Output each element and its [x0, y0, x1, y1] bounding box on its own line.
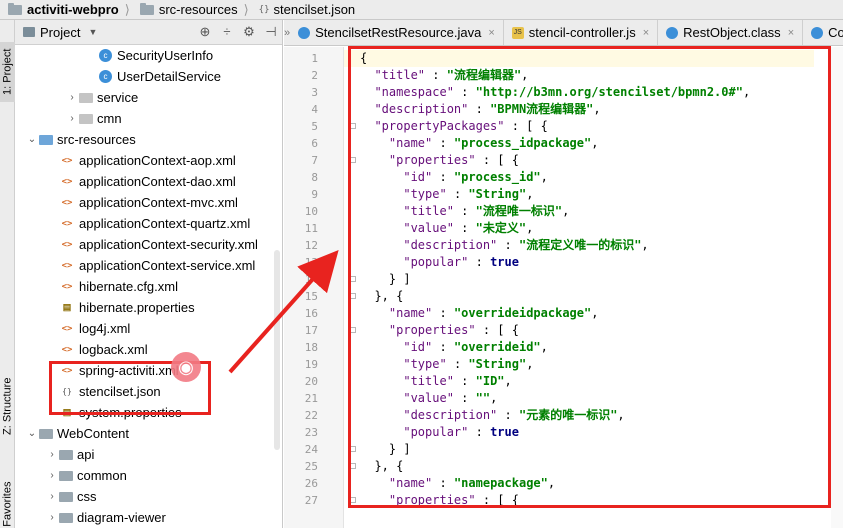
annotation-arrow — [228, 250, 339, 374]
annotation-arrow-line — [228, 250, 339, 374]
